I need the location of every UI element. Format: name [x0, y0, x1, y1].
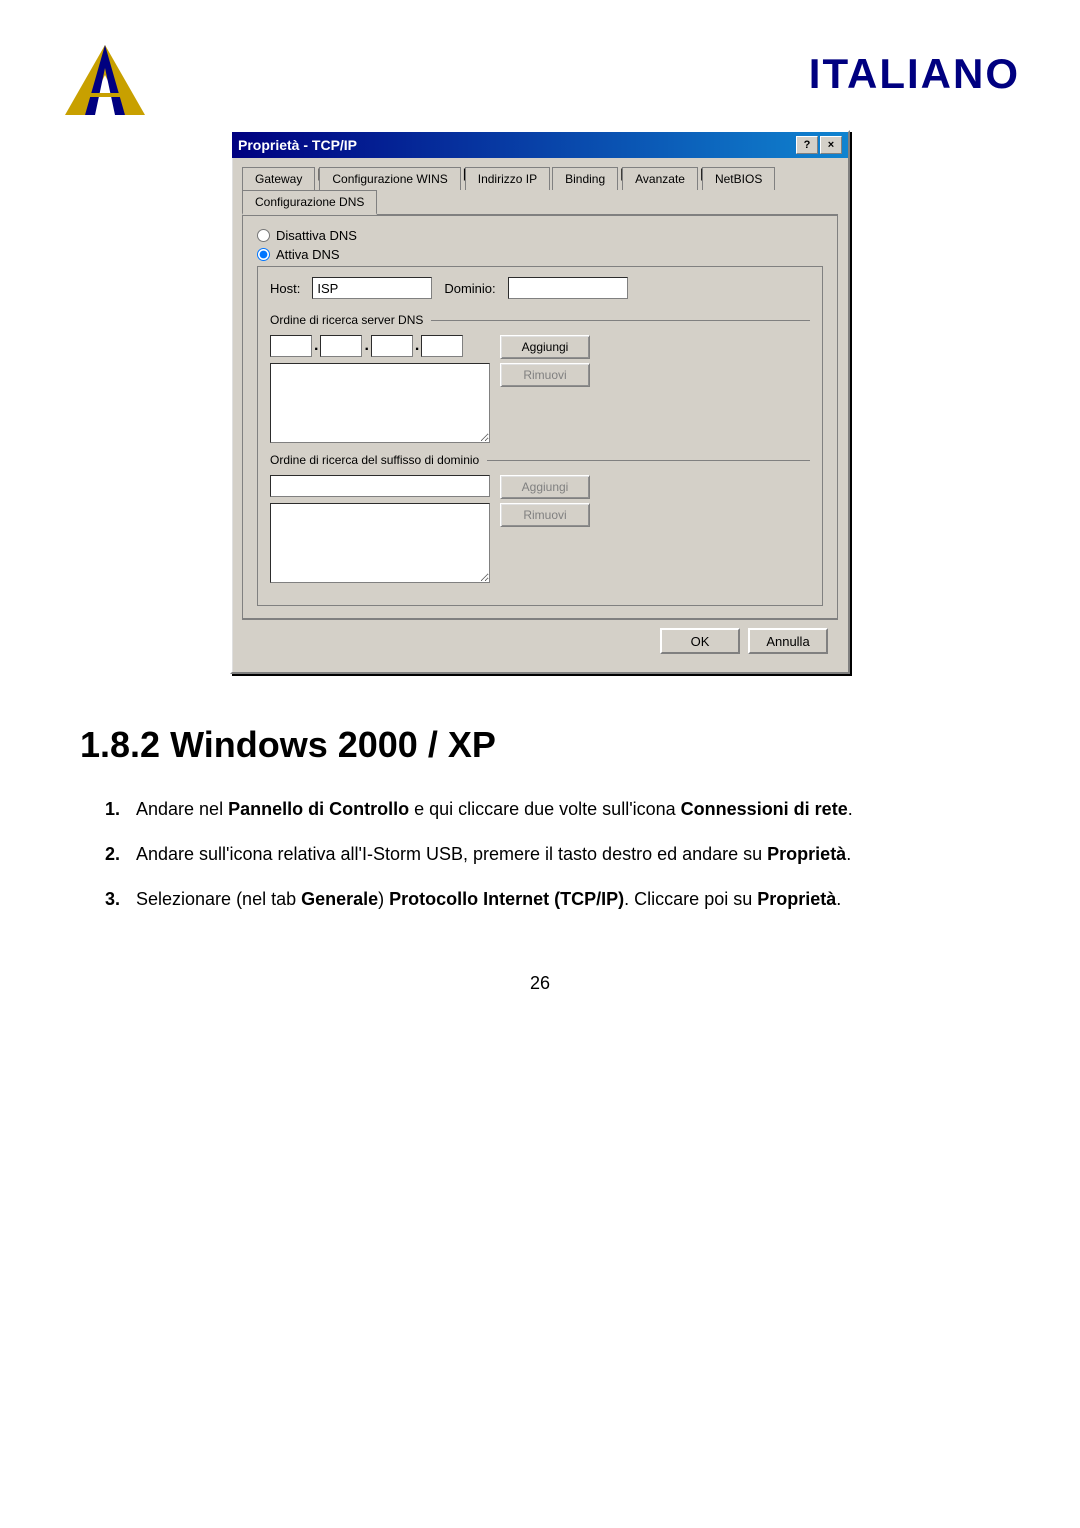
- bold-text1: Pannello di Controllo: [228, 799, 409, 819]
- dns-ip-octet4[interactable]: [421, 335, 463, 357]
- suffix-list[interactable]: [270, 503, 490, 583]
- suffix-buttons: Aggiungi Rimuovi: [500, 475, 590, 527]
- dialog-footer: OK Annulla: [242, 619, 838, 662]
- text-before: Selezionare (nel tab: [136, 889, 301, 909]
- dns-add-button[interactable]: Aggiungi: [500, 335, 590, 359]
- tab-netbios[interactable]: NetBIOS: [702, 167, 775, 190]
- ip-dot3: .: [415, 335, 419, 357]
- domain-label: Dominio:: [444, 281, 495, 296]
- section-heading: 1.8.2 Windows 2000 / XP: [80, 724, 1000, 766]
- page-number: 26: [80, 973, 1000, 994]
- dialog-wrapper: Proprietà - TCP/IP ? × Gateway | Configu…: [60, 130, 1020, 674]
- instruction-list: 1. Andare nel Pannello di Controllo e qu…: [80, 796, 1000, 913]
- disable-dns-radio[interactable]: [257, 229, 270, 242]
- dns-input-area: . . .: [270, 335, 810, 443]
- instruction-text: Selezionare (nel tab Generale) Protocoll…: [136, 886, 1000, 913]
- tab-wins[interactable]: Configurazione WINS: [319, 167, 460, 190]
- top-section: ITALIANO: [60, 40, 1020, 120]
- list-item: 2. Andare sull'icona relativa all'I-Stor…: [80, 841, 1000, 868]
- suffix-remove-button[interactable]: Rimuovi: [500, 503, 590, 527]
- tab-conf-dns[interactable]: Configurazione DNS: [242, 190, 377, 215]
- text-after: .: [848, 799, 853, 819]
- text-mid2: . Cliccare poi su: [624, 889, 757, 909]
- dns-ip-fields: . . .: [270, 335, 490, 357]
- text-before: Andare sull'icona relativa all'I-Storm U…: [136, 844, 767, 864]
- suffix-add-button[interactable]: Aggiungi: [500, 475, 590, 499]
- ip-dot2: .: [364, 335, 368, 357]
- bold-text2: Connessioni di rete: [681, 799, 848, 819]
- text-mid1: ): [378, 889, 389, 909]
- tab-indirizzo-ip[interactable]: Indirizzo IP: [465, 167, 550, 190]
- dialog-title: Proprietà - TCP/IP: [238, 137, 357, 153]
- tab-binding[interactable]: Binding: [552, 167, 618, 190]
- host-input[interactable]: [312, 277, 432, 299]
- brand-logo: [60, 40, 150, 120]
- dns-ip-octet1[interactable]: [270, 335, 312, 357]
- domain-input[interactable]: [508, 277, 628, 299]
- dialog-body: Gateway | Configurazione WINS | Indirizz…: [232, 158, 848, 672]
- dns-server-buttons: Aggiungi Rimuovi: [500, 335, 590, 387]
- enable-dns-row: Attiva DNS: [257, 247, 823, 262]
- dialog-titlebar: Proprietà - TCP/IP ? ×: [232, 132, 848, 158]
- instruction-text: Andare sull'icona relativa all'I-Storm U…: [136, 841, 1000, 868]
- main-content: 1.8.2 Windows 2000 / XP 1. Andare nel Pa…: [60, 724, 1020, 994]
- ok-button[interactable]: OK: [660, 628, 740, 654]
- enable-dns-label: Attiva DNS: [276, 247, 340, 262]
- tabs-row: Gateway | Configurazione WINS | Indirizz…: [242, 166, 838, 216]
- disable-dns-label: Disattiva DNS: [276, 228, 357, 243]
- domain-suffix-section-label: Ordine di ricerca del suffisso di domini…: [270, 453, 810, 467]
- item-number: 1.: [80, 796, 120, 823]
- dns-ip-octet2[interactable]: [320, 335, 362, 357]
- dns-ip-octet3[interactable]: [371, 335, 413, 357]
- suffix-input-area: Aggiungi Rimuovi: [270, 475, 810, 583]
- ip-dot1: .: [314, 335, 318, 357]
- item-number: 2.: [80, 841, 120, 868]
- list-item: 3. Selezionare (nel tab Generale) Protoc…: [80, 886, 1000, 913]
- item-number: 3.: [80, 886, 120, 913]
- list-item: 1. Andare nel Pannello di Controllo e qu…: [80, 796, 1000, 823]
- italiano-label: ITALIANO: [809, 50, 1020, 98]
- bold-text1: Proprietà: [767, 844, 846, 864]
- text-after: .: [836, 889, 841, 909]
- bold-text2: Protocollo Internet (TCP/IP): [389, 889, 624, 909]
- host-label: Host:: [270, 281, 300, 296]
- enable-dns-radio[interactable]: [257, 248, 270, 261]
- dns-server-section-label: Ordine di ricerca server DNS: [270, 313, 810, 327]
- cancel-button[interactable]: Annulla: [748, 628, 828, 654]
- host-domain-row: Host: Dominio:: [270, 277, 810, 299]
- text-mid1: e qui cliccare due volte sull'icona: [409, 799, 681, 819]
- dns-settings-group: Host: Dominio: Ordine di ricerca server …: [257, 266, 823, 606]
- bold-text1: Generale: [301, 889, 378, 909]
- dns-tab-panel: Disattiva DNS Attiva DNS Host: Domini: [242, 216, 838, 619]
- dns-server-list[interactable]: [270, 363, 490, 443]
- tab-avanzate[interactable]: Avanzate: [622, 167, 698, 190]
- suffix-input[interactable]: [270, 475, 490, 497]
- help-button[interactable]: ?: [796, 136, 818, 154]
- instruction-text: Andare nel Pannello di Controllo e qui c…: [136, 796, 1000, 823]
- text-before: Andare nel: [136, 799, 228, 819]
- close-button[interactable]: ×: [820, 136, 842, 154]
- tab-gateway[interactable]: Gateway: [242, 167, 315, 190]
- disable-dns-row: Disattiva DNS: [257, 228, 823, 243]
- bold-text3: Proprietà: [757, 889, 836, 909]
- dns-remove-button[interactable]: Rimuovi: [500, 363, 590, 387]
- text-after: .: [846, 844, 851, 864]
- tcp-ip-dialog: Proprietà - TCP/IP ? × Gateway | Configu…: [230, 130, 850, 674]
- titlebar-buttons: ? ×: [796, 136, 842, 154]
- page-container: ITALIANO Proprietà - TCP/IP ? × Gateway …: [0, 0, 1080, 1528]
- dns-list-area: [270, 363, 490, 443]
